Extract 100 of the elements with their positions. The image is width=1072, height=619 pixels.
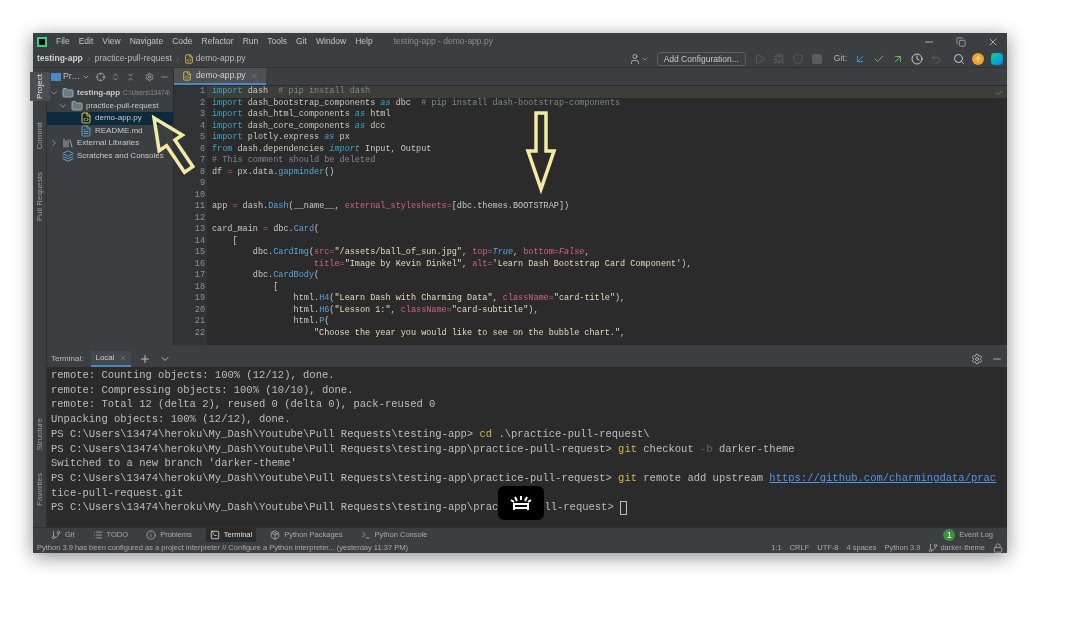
debug-icon[interactable] bbox=[772, 52, 785, 65]
terminal-line: remote: Total 12 (delta 2), reused 0 (delta 0), pack-reused 0 bbox=[51, 397, 436, 413]
tree-label: practice-pull-request bbox=[86, 99, 159, 112]
tool-icon bbox=[51, 530, 61, 540]
tree-label: testing-app bbox=[77, 87, 121, 100]
menu-item[interactable]: Tools bbox=[267, 35, 288, 48]
expand-all-icon[interactable] bbox=[111, 70, 120, 83]
line-number: 11 bbox=[193, 201, 206, 213]
lock-icon[interactable] bbox=[993, 542, 1003, 553]
tree-item[interactable]: README.md bbox=[47, 124, 173, 137]
breadcrumb[interactable]: demo-app.py bbox=[195, 52, 246, 65]
tree-item[interactable]: practice-pull-request bbox=[47, 99, 173, 112]
menu-item[interactable]: Edit bbox=[78, 35, 94, 48]
terminal-line: PS C:\Users\13474\heroku\My_Dash\Youtube\Pull Requests\testing-app> cd .\practice-pull-request\ bbox=[51, 426, 650, 442]
tool-icon bbox=[270, 530, 281, 540]
side-tab[interactable]: Favorites bbox=[29, 471, 50, 508]
terminal-line: remote: Counting objects: 100% (12/12), done. bbox=[51, 368, 335, 383]
tree-item[interactable]: demo-app.py bbox=[47, 112, 173, 125]
text-file-icon bbox=[80, 124, 92, 137]
terminal-line: remote: Compressing objects: 100% (10/10), done. bbox=[51, 382, 354, 398]
side-tab[interactable]: Structure bbox=[29, 415, 50, 453]
line-number: 10 bbox=[193, 189, 206, 201]
locate-icon[interactable] bbox=[96, 70, 105, 83]
view-dropdown[interactable]: Pr… bbox=[51, 70, 90, 83]
menu-item[interactable]: File bbox=[56, 35, 70, 48]
terminal-line: PS C:\Users\13474\heroku\My_Dash\Youtube\Pull Requests\testing-app\prac ll-request> bbox=[51, 500, 627, 516]
branch-icon bbox=[928, 542, 939, 553]
folder-icon bbox=[62, 87, 74, 100]
terminal-link[interactable]: https://github.com/charmingdata/prac bbox=[769, 471, 997, 484]
rollback-icon[interactable] bbox=[930, 52, 942, 65]
menu-item[interactable]: Help bbox=[355, 35, 373, 48]
line-number: 16 bbox=[193, 258, 206, 270]
line-number: 3 bbox=[198, 109, 206, 121]
menu-item[interactable]: View bbox=[102, 35, 121, 48]
run-icon[interactable] bbox=[753, 52, 766, 65]
line-number: 13 bbox=[193, 224, 206, 236]
line-number: 7 bbox=[198, 155, 206, 167]
menu-item[interactable]: Window bbox=[315, 35, 347, 48]
python-file-icon bbox=[183, 53, 194, 64]
text-cursor bbox=[620, 500, 627, 515]
menu-item[interactable]: Refactor bbox=[201, 35, 234, 48]
tree-label: Scratches and Consoles bbox=[77, 149, 164, 162]
tool-icon bbox=[360, 530, 371, 540]
line-number: 1 bbox=[198, 86, 206, 98]
python-file-icon bbox=[182, 70, 192, 81]
line-number: 2 bbox=[198, 97, 206, 109]
line-number: 4 bbox=[198, 120, 206, 132]
line-number: 20 bbox=[193, 304, 206, 316]
breadcrumb[interactable]: testing-app bbox=[37, 52, 83, 65]
folder-icon bbox=[71, 99, 83, 112]
search-icon[interactable] bbox=[953, 52, 965, 65]
tree-label: demo-app.py bbox=[95, 112, 142, 125]
update-badge-icon[interactable] bbox=[972, 52, 984, 65]
terminal-line: PS C:\Users\13474\heroku\My_Dash\Youtube\Pull Requests\testing-app\practice-pull-request> git remote add upstream https://github.com/charmingdata/prac bbox=[51, 470, 997, 486]
light-icon bbox=[510, 494, 533, 511]
side-tab[interactable]: Project bbox=[29, 72, 50, 101]
line-number: 22 bbox=[193, 327, 206, 339]
history-icon[interactable] bbox=[911, 52, 923, 65]
chevron-icon[interactable] bbox=[49, 138, 59, 149]
stop-icon[interactable] bbox=[810, 52, 823, 65]
git-label: Git: bbox=[833, 52, 847, 65]
terminal-title: Terminal: bbox=[51, 353, 84, 365]
scratches-icon bbox=[62, 149, 74, 162]
line-number: 15 bbox=[193, 247, 206, 259]
restore-icon[interactable] bbox=[956, 36, 966, 47]
line-number: 21 bbox=[193, 316, 206, 328]
line-number: 18 bbox=[193, 281, 206, 293]
app-logo-icon bbox=[37, 36, 47, 47]
line-number: 9 bbox=[198, 178, 206, 190]
line-number: 5 bbox=[198, 132, 206, 144]
add-icon[interactable] bbox=[138, 353, 151, 365]
settings-icon[interactable] bbox=[145, 70, 154, 83]
side-tab[interactable]: Commit bbox=[29, 119, 50, 152]
tab-label: demo-app.py bbox=[196, 69, 246, 82]
tree-item[interactable]: External Libraries bbox=[47, 137, 173, 150]
panel-icon bbox=[51, 72, 61, 81]
add-configuration-button[interactable]: Add Configuration... bbox=[656, 51, 746, 66]
terminal-line: Switched to a new branch 'darker-theme' bbox=[51, 456, 297, 471]
menu-item[interactable]: Navigate bbox=[129, 35, 164, 48]
collapse-all-icon[interactable] bbox=[126, 70, 135, 83]
settings-icon[interactable] bbox=[971, 353, 983, 365]
menu-item[interactable]: Git bbox=[296, 35, 307, 48]
menu-item[interactable]: Run bbox=[242, 35, 259, 48]
window-title: testing-app - demo-app.py bbox=[393, 35, 493, 48]
editor-tab[interactable]: demo-app.py bbox=[174, 68, 266, 85]
menu-item[interactable]: Code bbox=[172, 35, 193, 48]
line-number: 17 bbox=[193, 270, 206, 282]
library-icon bbox=[62, 137, 74, 150]
tree-item[interactable]: Scratches and Consoles bbox=[47, 149, 173, 162]
user-icon[interactable] bbox=[628, 52, 641, 65]
side-tab[interactable]: Pull Requests bbox=[29, 170, 50, 224]
line-number: 19 bbox=[193, 293, 206, 305]
tool-icon bbox=[146, 530, 157, 540]
tree-label: README.md bbox=[95, 124, 143, 137]
tool-icon bbox=[92, 530, 103, 540]
line-number: 8 bbox=[198, 166, 206, 178]
breadcrumb[interactable]: practice-pull-request bbox=[94, 52, 172, 65]
tool-icon bbox=[209, 530, 220, 540]
line-number: 6 bbox=[198, 143, 206, 155]
session-tab[interactable]: Local bbox=[91, 351, 131, 367]
